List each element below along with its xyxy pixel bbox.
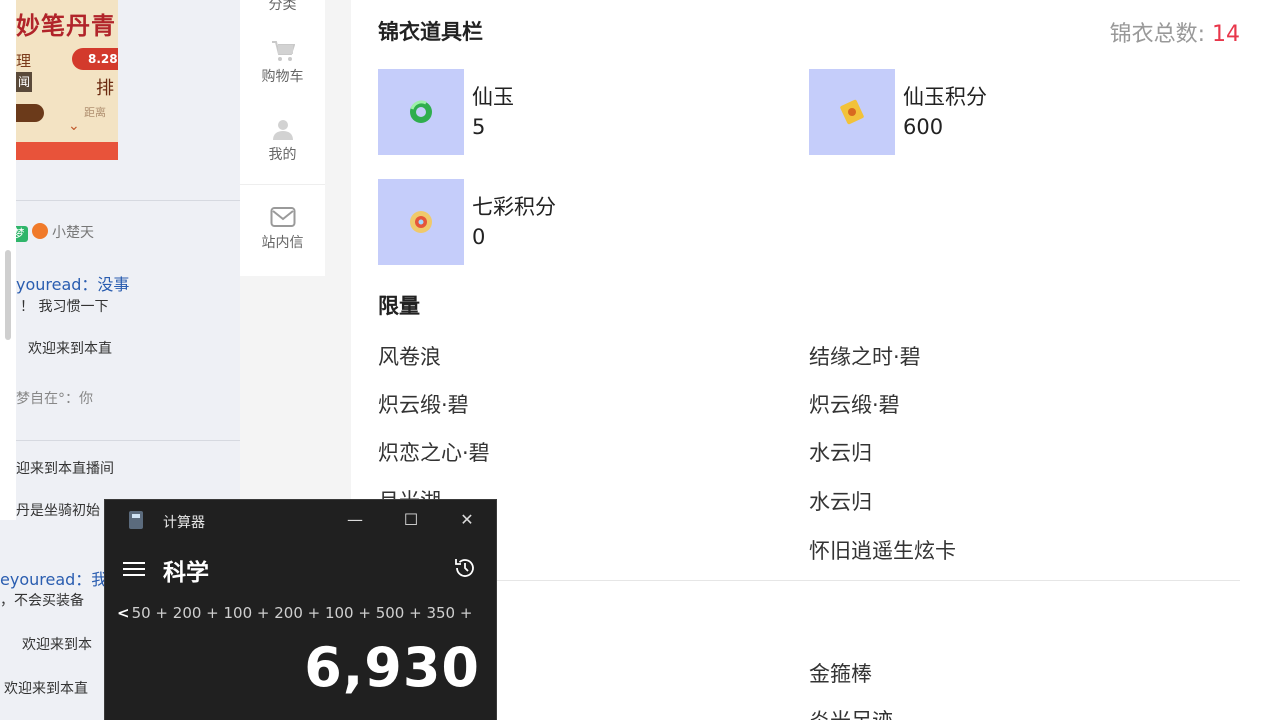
expression-display: <50 + 200 + 100 + 200 + 100 + 500 + 350 … [117, 604, 477, 622]
prop-name: 七彩积分 [472, 195, 556, 219]
chat-message: youread：没事 [16, 275, 130, 294]
limited-item: 炽云缎·碧 [809, 393, 900, 417]
prop-thumbnail [378, 179, 464, 265]
outfit-item: 炎光足迹 [809, 705, 893, 720]
level-badge-icon [32, 223, 48, 239]
expression-text: 50 + 200 + 100 + 200 + 100 + 500 + 350 +… [131, 604, 477, 622]
prop-count: 0 [472, 225, 486, 249]
props-section-title: 锦衣道具栏 [378, 20, 483, 44]
mail-icon [270, 207, 295, 227]
prop-thumbnail [809, 69, 895, 155]
jade-points-icon [840, 99, 864, 125]
section-divider [378, 580, 1240, 581]
nav-item-label: 站内信 [261, 235, 304, 251]
total-value: 14 [1212, 22, 1240, 47]
nav-item-category[interactable]: 分类 [240, 0, 325, 14]
chat-message: eyouread：我 [0, 570, 108, 589]
prop-item-jade[interactable]: 仙玉 5 [378, 69, 778, 155]
banner-text: 理 [16, 52, 32, 70]
banner-decoration [16, 104, 44, 122]
limited-item: 怀旧逍遥生炫卡 [809, 539, 956, 563]
minimize-button[interactable]: — [341, 506, 369, 534]
total-label: 锦衣总数: [1109, 22, 1205, 47]
limited-item: 风卷浪 [378, 345, 441, 369]
nav-divider [240, 184, 325, 185]
expression-scroll-left[interactable]: < [117, 604, 130, 622]
chat-message: ！ 我习惯一下 [20, 299, 109, 315]
rainbow-points-icon [410, 211, 432, 233]
chat-message: 梦自在°：你 [16, 391, 93, 407]
limited-item: 炽云缎·碧 [378, 393, 469, 417]
banner-date-pill: 8.28 [72, 48, 118, 70]
jade-icon [410, 100, 432, 123]
banner-rank: 排 [96, 78, 114, 99]
cart-icon [271, 41, 295, 61]
user-icon [272, 120, 293, 140]
maximize-button[interactable]: ☐ [397, 506, 425, 534]
nav-item-mine[interactable]: 我的 [240, 118, 325, 164]
chat-scrollbar[interactable] [5, 250, 11, 340]
limited-item: 水云归 [809, 490, 872, 514]
side-nav: 分类 购物车 我的 站内信 [240, 0, 325, 276]
chat-divider [16, 200, 240, 201]
nav-item-messages[interactable]: 站内信 [240, 206, 325, 252]
nav-item-cart[interactable]: 购物车 [240, 40, 325, 86]
chat-message: ，不会买装备 [0, 593, 84, 609]
event-banner[interactable]: 妙笔丹青 理 闻 8.28 排 距离 ⌄ [16, 0, 118, 160]
prop-thumbnail [378, 69, 464, 155]
total-count: 锦衣总数: 14 [1110, 16, 1240, 48]
menu-icon[interactable] [123, 558, 145, 580]
chat-divider [16, 440, 240, 441]
nav-item-label: 我的 [268, 147, 297, 163]
chat-message: 迎来到本直播间 [16, 461, 114, 477]
history-icon[interactable] [453, 556, 479, 582]
result-display: 6,930 [304, 636, 480, 699]
limited-section-title: 限量 [378, 294, 420, 318]
prop-count: 5 [472, 115, 486, 139]
window-title: 计算器 [163, 515, 205, 531]
nav-item-label: 购物车 [261, 69, 304, 85]
calculator-window: 计算器 — ☐ ✕ 科学 <50 + 200 + 100 + 200 + 100… [105, 500, 496, 720]
chat-message: 欢迎来到本直 [28, 341, 112, 357]
chat-message: 丹是坐骑初始 [16, 503, 100, 519]
limited-item: 炽恋之心·碧 [378, 441, 490, 465]
prop-count: 600 [903, 115, 944, 139]
nav-item-label: 分类 [268, 0, 297, 13]
prop-item-jade-points[interactable]: 仙玉积分 600 [809, 69, 1209, 155]
prop-name: 仙玉积分 [903, 85, 987, 109]
banner-distance: 距离 [84, 106, 106, 119]
prop-item-rainbow-points[interactable]: 七彩积分 0 [378, 179, 778, 265]
outfit-item: 金箍棒 [809, 662, 872, 686]
banner-title: 妙笔丹青 [16, 11, 116, 40]
chevron-down-icon[interactable]: ⌄ [68, 118, 80, 134]
calculator-icon [129, 511, 143, 529]
chat-user-line: 梦小楚天 [10, 222, 94, 242]
limited-item: 水云归 [809, 441, 872, 465]
close-button[interactable]: ✕ [453, 506, 481, 534]
calculator-mode: 科学 [163, 560, 209, 586]
limited-item: 结缘之时·碧 [809, 345, 921, 369]
prop-name: 仙玉 [472, 85, 514, 109]
chat-message: 欢迎来到本 [22, 637, 92, 653]
chat-scroll-strip [0, 0, 16, 520]
banner-band [16, 142, 118, 160]
chat-message: 欢迎来到本直 [4, 681, 88, 697]
banner-tag: 闻 [16, 72, 32, 92]
